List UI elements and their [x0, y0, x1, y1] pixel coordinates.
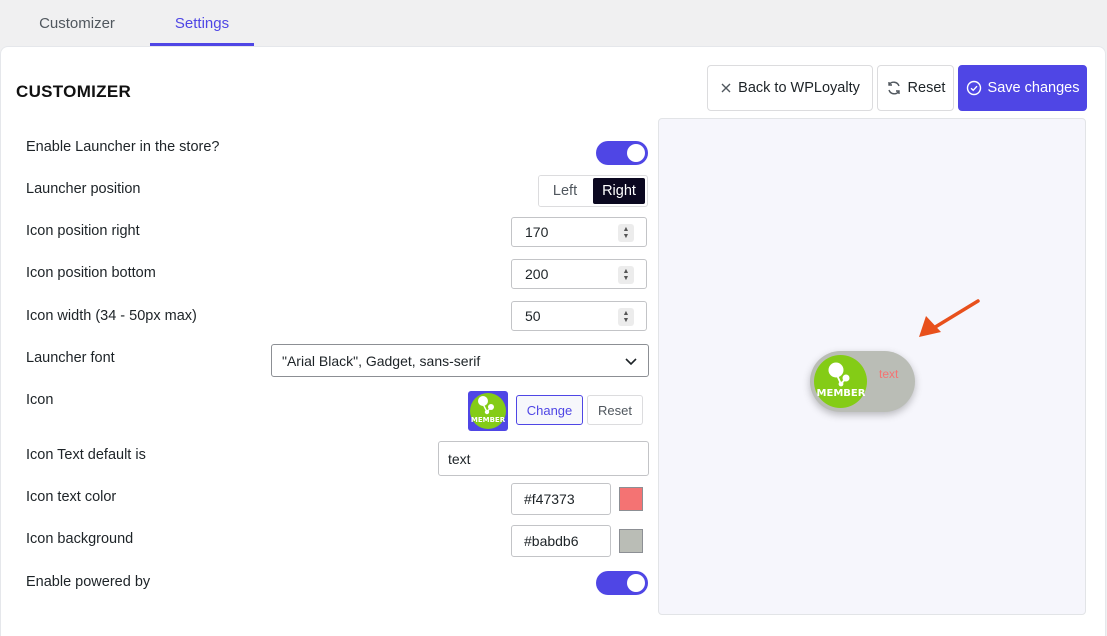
launcher-position-label: Launcher position	[26, 181, 141, 197]
position-right-option[interactable]: Right	[593, 178, 645, 204]
back-button-label: Back to WPLoyalty	[738, 80, 860, 96]
icon-background-input[interactable]: #babdb6	[511, 525, 611, 557]
tab-customizer[interactable]: Customizer	[18, 0, 136, 46]
member-badge-icon: MEMBER	[814, 355, 867, 408]
icon-text-color-input[interactable]: #f47373	[511, 483, 611, 515]
launcher-position-switch: Left Right	[538, 175, 648, 207]
icon-label: Icon	[26, 392, 54, 408]
enable-launcher-label: Enable Launcher in the store?	[26, 139, 220, 155]
icon-width-input[interactable]: 50 ▲ ▼	[511, 301, 647, 331]
stepper-icon[interactable]: ▲ ▼	[618, 266, 634, 284]
member-badge-icon: MEMBER	[470, 393, 506, 429]
reset-button-label: Reset	[907, 80, 946, 96]
reset-icon-button[interactable]: Reset	[587, 395, 643, 425]
launcher-font-label: Launcher font	[26, 350, 115, 366]
enable-powered-by-toggle[interactable]	[596, 571, 648, 595]
launcher-preview-button[interactable]: MEMBER text	[810, 351, 915, 412]
refresh-icon	[886, 80, 902, 96]
svg-text:MEMBER: MEMBER	[816, 388, 865, 399]
chevron-down-icon	[624, 354, 638, 371]
save-changes-button[interactable]: Save changes	[958, 65, 1087, 111]
page-title: CUSTOMIZER	[16, 82, 132, 101]
icon-position-right-input[interactable]: 170 ▲ ▼	[511, 217, 647, 247]
icon-text-color-label: Icon text color	[26, 489, 117, 505]
arrow-icon	[919, 299, 980, 337]
back-button[interactable]: Back to WPLoyalty	[707, 65, 873, 111]
close-icon	[720, 82, 732, 94]
stepper-icon[interactable]: ▲ ▼	[618, 224, 634, 242]
save-changes-label: Save changes	[987, 80, 1080, 96]
position-left-option[interactable]: Left	[539, 176, 591, 206]
icon-text-value: text	[448, 450, 471, 467]
icon-position-bottom-label: Icon position bottom	[26, 265, 156, 281]
icon-text-color-swatch[interactable]	[619, 487, 643, 511]
icon-position-right-value: 170	[525, 224, 549, 240]
stepper-icon[interactable]: ▲ ▼	[618, 308, 634, 326]
icon-preview-thumbnail: MEMBER	[468, 391, 508, 431]
icon-position-bottom-value: 200	[525, 266, 549, 282]
icon-background-label: Icon background	[26, 531, 134, 547]
icon-background-value: #babdb6	[524, 533, 579, 549]
change-icon-button[interactable]: Change	[516, 395, 583, 425]
tab-settings[interactable]: Settings	[150, 0, 254, 46]
check-circle-icon	[966, 80, 982, 96]
icon-text-input[interactable]: text	[438, 441, 649, 476]
launcher-font-value: "Arial Black", Gadget, sans-serif	[282, 352, 481, 369]
enable-powered-by-label: Enable powered by	[26, 574, 151, 590]
icon-background-swatch[interactable]	[619, 529, 643, 553]
reset-button[interactable]: Reset	[877, 65, 954, 111]
icon-position-right-label: Icon position right	[26, 223, 140, 239]
icon-width-label: Icon width (34 - 50px max)	[26, 308, 197, 324]
enable-launcher-toggle[interactable]	[596, 141, 648, 165]
icon-position-bottom-input[interactable]: 200 ▲ ▼	[511, 259, 647, 289]
launcher-font-select[interactable]: "Arial Black", Gadget, sans-serif	[271, 344, 649, 377]
icon-width-value: 50	[525, 308, 541, 324]
tab-bar: Customizer Settings	[0, 0, 1107, 46]
icon-text-color-value: #f47373	[524, 491, 575, 507]
launcher-preview-text: text	[879, 367, 899, 381]
svg-text:MEMBER: MEMBER	[471, 416, 506, 424]
icon-text-label: Icon Text default is	[26, 447, 146, 463]
